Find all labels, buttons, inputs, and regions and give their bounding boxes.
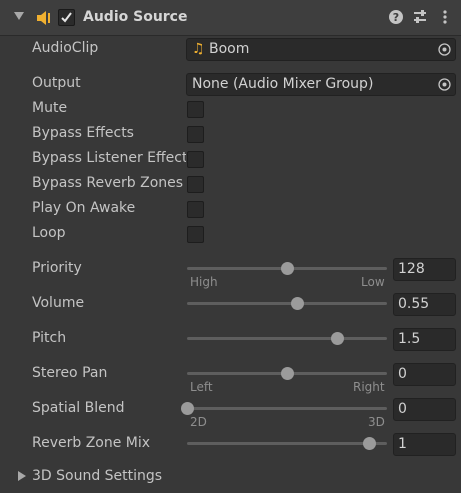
- reverb-zone-mix-slider-thumb[interactable]: [362, 437, 376, 450]
- priority-slider-thumb[interactable]: [281, 262, 294, 275]
- output-value: None (Audio Mixer Group): [192, 76, 374, 92]
- audio-source-icon: [37, 11, 50, 25]
- loop-label: Loop: [32, 225, 66, 241]
- output-label: Output: [32, 75, 81, 91]
- spatial-blend-input[interactable]: 0: [393, 398, 456, 421]
- bypass-listener-effects-checkbox[interactable]: [187, 151, 204, 168]
- volume-input[interactable]: 0.55: [393, 293, 456, 316]
- pitch-input[interactable]: 1.5: [393, 328, 456, 351]
- spatial-blend-slider-track[interactable]: [181, 402, 387, 415]
- stereo-pan-input[interactable]: 0: [393, 363, 456, 386]
- play-on-awake-checkbox[interactable]: [187, 201, 204, 218]
- stereo-pan-slider-track[interactable]: [187, 367, 387, 380]
- loop-checkbox[interactable]: [187, 226, 204, 243]
- reverb-zone-mix-input[interactable]: 1: [393, 433, 456, 456]
- bypass-reverb-zones-checkbox[interactable]: [187, 176, 204, 193]
- volume-label: Volume: [32, 295, 85, 311]
- component-title: Audio Source: [83, 9, 188, 25]
- priority-max-label: Low: [361, 275, 385, 289]
- pitch-slider-thumb[interactable]: [331, 332, 344, 345]
- stereo-pan-max-label: Right: [353, 380, 385, 394]
- bypass-effects-label: Bypass Effects: [32, 125, 134, 141]
- pitch-label: Pitch: [32, 330, 67, 346]
- spatial-blend-max-label: 3D: [368, 415, 385, 429]
- svg-text:?: ?: [393, 11, 399, 24]
- object-picker-icon[interactable]: [437, 77, 452, 92]
- bypass-listener-effects-label: Bypass Listener Effects: [32, 150, 186, 166]
- output-field[interactable]: None (Audio Mixer Group): [186, 73, 456, 96]
- foldout-arrow-icon[interactable]: [18, 471, 26, 481]
- priority-input[interactable]: 128: [393, 258, 456, 281]
- priority-label: Priority: [32, 260, 82, 276]
- volume-slider-thumb[interactable]: [291, 297, 304, 310]
- help-icon[interactable]: ?: [388, 9, 404, 25]
- component-enabled-checkbox[interactable]: [58, 9, 75, 26]
- 3d-sound-settings-foldout[interactable]: 3D Sound Settings: [32, 468, 162, 484]
- reverb-zone-mix-slider-track[interactable]: [187, 437, 387, 450]
- volume-slider-track[interactable]: [187, 297, 387, 310]
- stereo-pan-slider-thumb[interactable]: [281, 367, 294, 380]
- reverb-zone-mix-label: Reverb Zone Mix: [32, 435, 151, 451]
- audio-clip-icon: ♫: [192, 41, 205, 57]
- checkmark-icon: [61, 12, 72, 23]
- pitch-slider-track[interactable]: [187, 332, 387, 345]
- play-on-awake-label: Play On Awake: [32, 200, 136, 216]
- component-header: Audio Source ?: [0, 0, 461, 36]
- foldout-arrow-icon[interactable]: [14, 12, 24, 20]
- spatial-blend-label: Spatial Blend: [32, 400, 125, 416]
- mute-label: Mute: [32, 100, 68, 116]
- priority-slider-track[interactable]: [187, 262, 387, 275]
- stereo-pan-label: Stereo Pan: [32, 365, 108, 381]
- bypass-reverb-zones-label: Bypass Reverb Zones: [32, 175, 184, 191]
- context-menu-icon[interactable]: [437, 9, 453, 25]
- bypass-effects-checkbox[interactable]: [187, 126, 204, 143]
- priority-min-label: High: [190, 275, 218, 289]
- object-picker-icon[interactable]: [437, 42, 452, 57]
- audioclip-label: AudioClip: [32, 40, 99, 56]
- mute-checkbox[interactable]: [187, 101, 204, 118]
- presets-icon[interactable]: [412, 9, 428, 25]
- stereo-pan-min-label: Left: [190, 380, 213, 394]
- spatial-blend-slider-thumb[interactable]: [181, 402, 194, 415]
- audioclip-value: Boom: [209, 41, 250, 57]
- audioclip-field[interactable]: ♫ Boom: [186, 38, 456, 61]
- spatial-blend-min-label: 2D: [190, 415, 207, 429]
